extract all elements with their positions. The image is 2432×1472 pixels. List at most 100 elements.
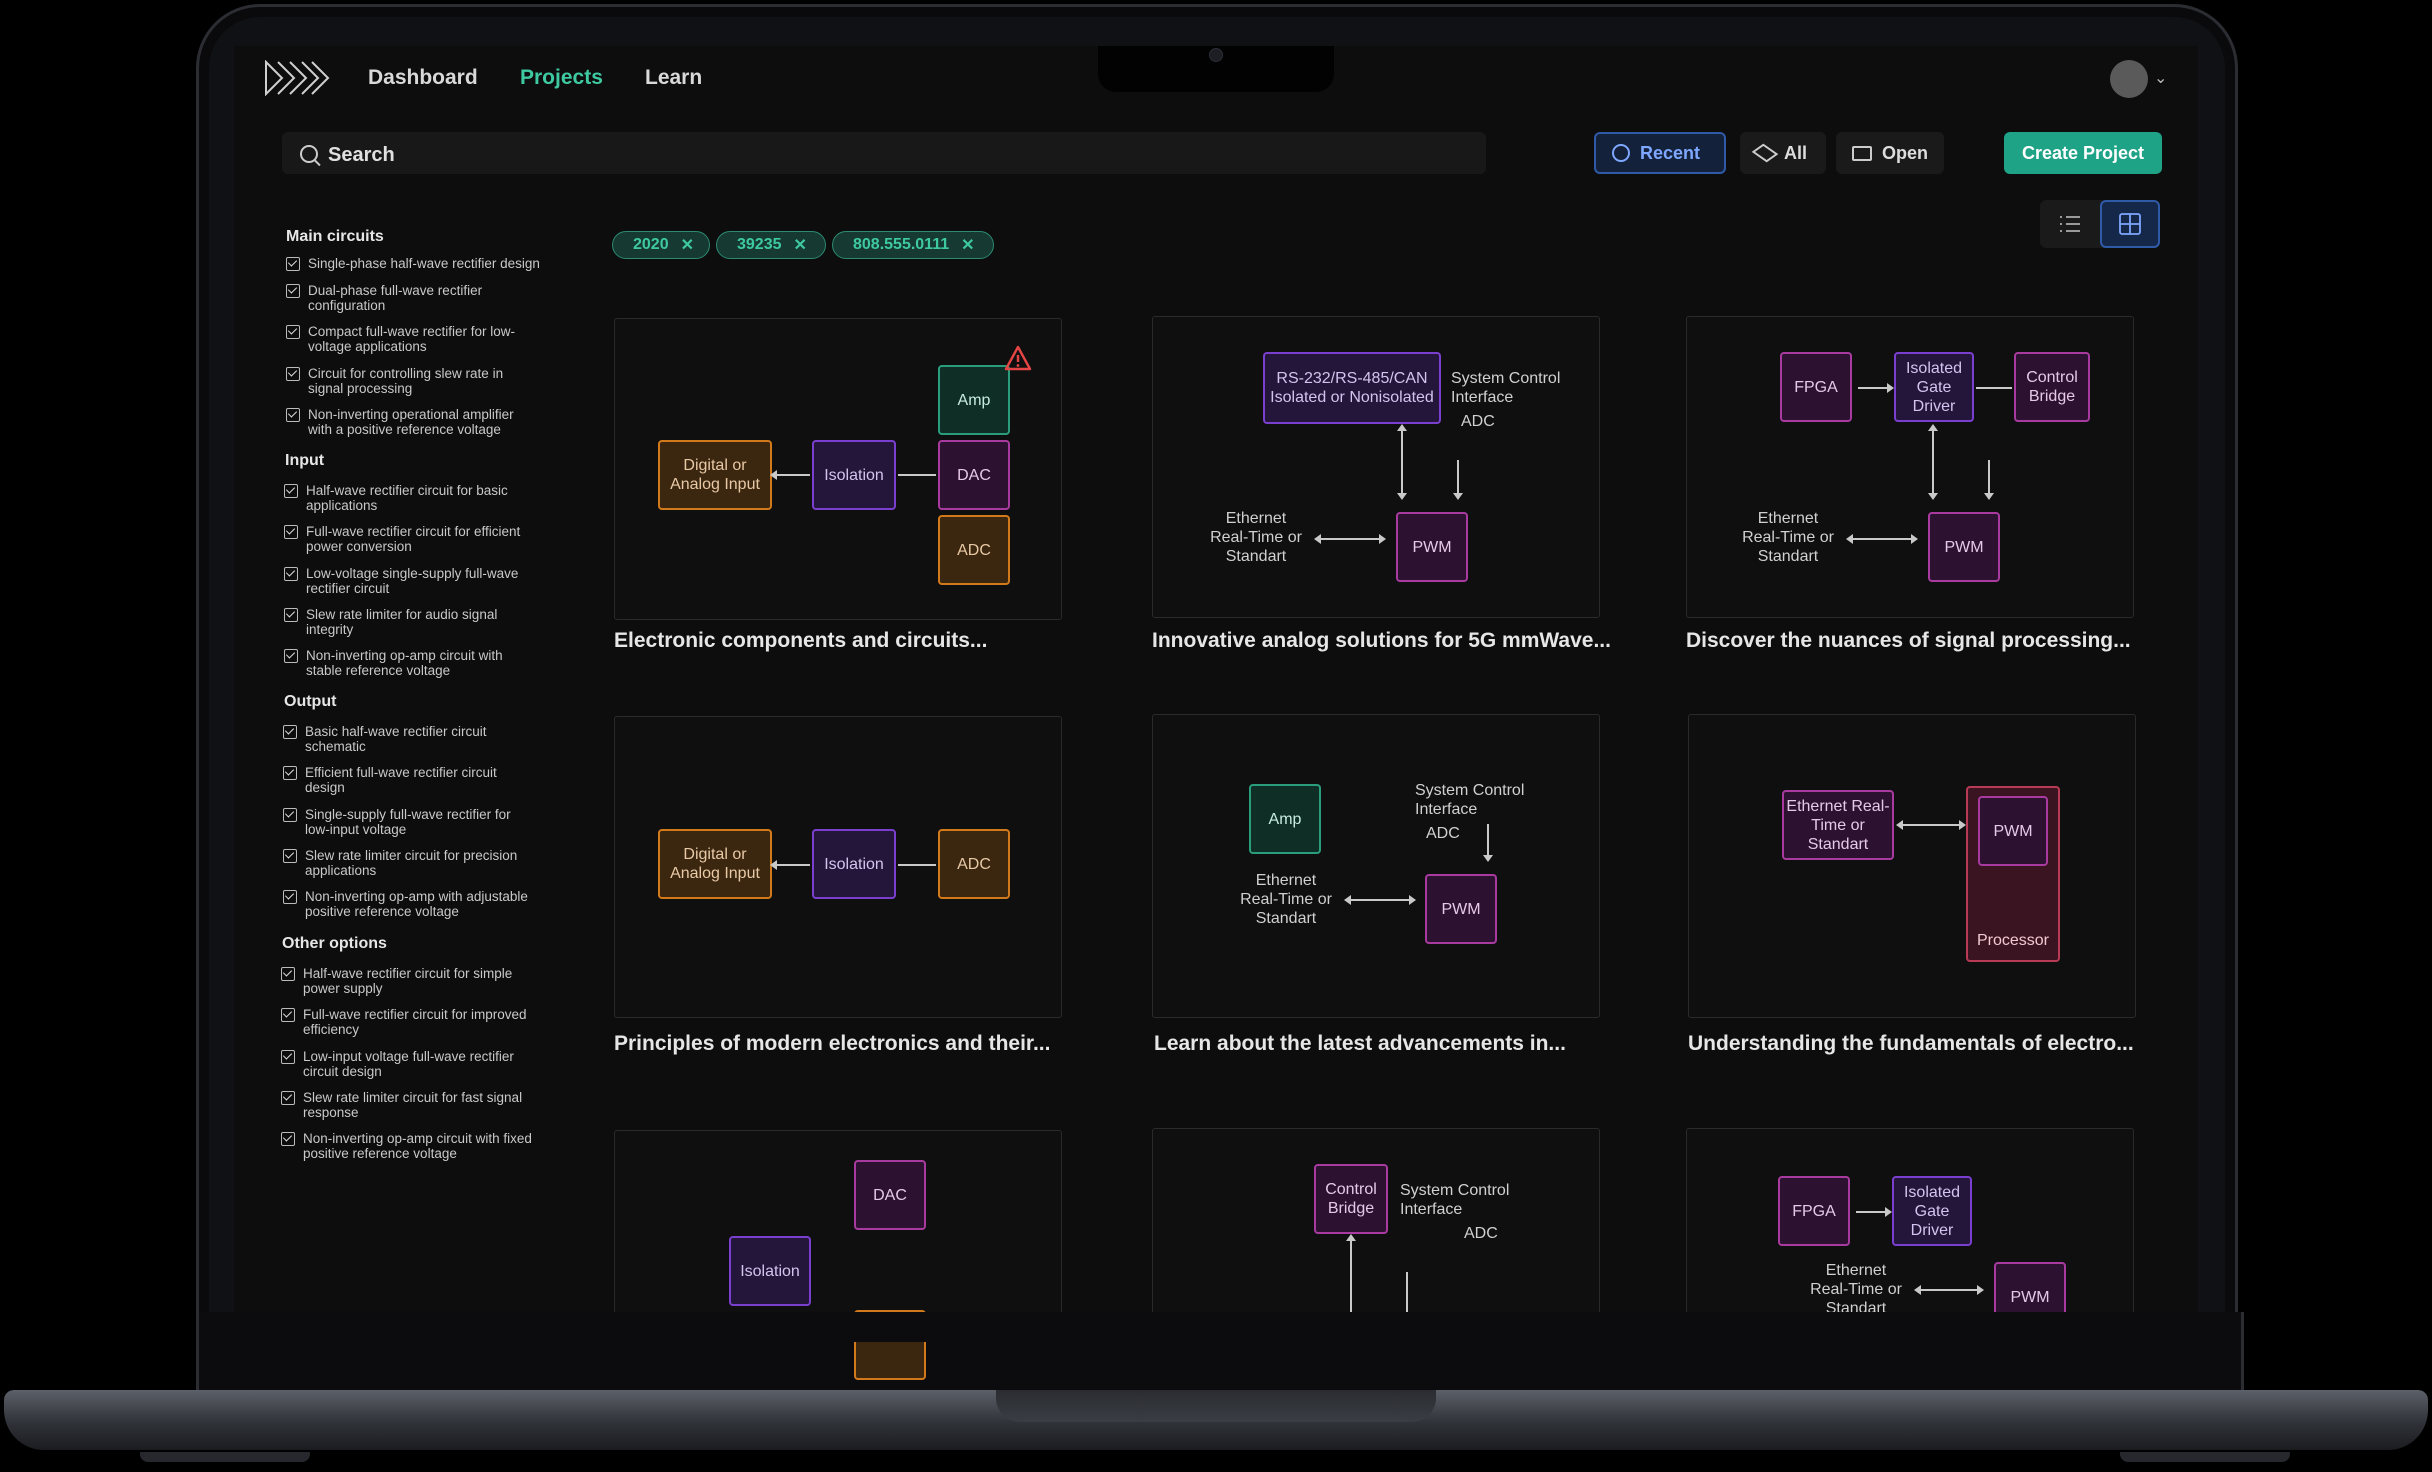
grid-view-button[interactable] [2100, 200, 2160, 248]
close-icon[interactable]: ✕ [961, 235, 974, 255]
filter-option[interactable]: Non-inverting op-amp with adjustable pos… [283, 889, 543, 919]
block-dac: DAC [938, 440, 1010, 510]
connector-arrow [1314, 534, 1386, 544]
filter-option[interactable]: Efficient full-wave rectifier circuit de… [283, 765, 543, 795]
screen-bottom-edge [234, 1312, 2198, 1342]
recent-button[interactable]: Recent [1594, 132, 1726, 174]
card-title[interactable]: Discover the nuances of signal processin… [1686, 629, 2131, 653]
filter-option[interactable]: Circuit for controlling slew rate in sig… [286, 366, 546, 396]
project-card-thumbnail[interactable] [1688, 714, 2136, 1018]
filter-label: Dual-phase full-wave rectifier configura… [308, 283, 483, 313]
logo-icon[interactable] [264, 60, 330, 96]
filter-option[interactable]: Single-supply full-wave rectifier for lo… [283, 807, 543, 837]
block-gate-driver: Isolated Gate Driver [1892, 1176, 1972, 1246]
avatar[interactable] [2110, 60, 2148, 98]
checkbox[interactable] [281, 967, 295, 981]
connector-line [1976, 387, 2012, 389]
filter-chip[interactable]: 808.555.0111 ✕ [832, 231, 994, 259]
block-adc: ADC [938, 829, 1010, 899]
filter-option[interactable]: Single-phase half-wave rectifier design [286, 256, 546, 271]
checkbox[interactable] [286, 257, 300, 271]
checkbox[interactable] [284, 608, 298, 622]
block-ethernet: Ethernet Real-Time or Standart [1782, 790, 1894, 860]
checkbox[interactable] [281, 1008, 295, 1022]
label-adc: ADC [1464, 1225, 1498, 1242]
chip-label: 808.555.0111 [853, 236, 950, 253]
filter-option[interactable]: Slew rate limiter circuit for fast signa… [281, 1090, 541, 1120]
filter-option[interactable]: Full-wave rectifier circuit for improved… [281, 1007, 541, 1037]
filter-chip[interactable]: 2020 ✕ [612, 231, 710, 259]
label-adc: ADC [1426, 825, 1460, 842]
filter-label: Half-wave rectifier circuit for simple p… [303, 966, 513, 996]
checkbox[interactable] [281, 1050, 295, 1064]
create-project-button[interactable]: Create Project [2004, 132, 2162, 174]
checkbox[interactable] [284, 525, 298, 539]
chip-label: 2020 [633, 236, 669, 253]
section-main-circuits: Main circuits [286, 228, 384, 245]
filter-option[interactable]: Basic half-wave rectifier circuit schema… [283, 724, 543, 754]
label-system-control: System Control Interface [1415, 782, 1525, 818]
checkbox[interactable] [281, 1132, 295, 1146]
label-ethernet: Ethernet Real-Time or Standart [1810, 1262, 1902, 1317]
block-amp: Amp [1249, 784, 1321, 854]
block-input: Digital or Analog Input [658, 440, 772, 510]
checkbox[interactable] [283, 849, 297, 863]
filter-chip[interactable]: 39235 ✕ [716, 231, 826, 259]
checkbox[interactable] [284, 649, 298, 663]
filter-option[interactable]: Low-input voltage full-wave rectifier ci… [281, 1049, 541, 1079]
card-title[interactable]: Principles of modern electronics and the… [614, 1032, 1050, 1056]
close-icon[interactable]: ✕ [681, 235, 694, 255]
checkbox[interactable] [281, 1091, 295, 1105]
filter-option[interactable]: Non-inverting op-amp circuit with stable… [284, 648, 544, 678]
block-isolation: Isolation [812, 829, 896, 899]
checkbox[interactable] [286, 284, 300, 298]
filter-option[interactable]: Compact full-wave rectifier for low-volt… [286, 324, 546, 354]
filter-option[interactable]: Half-wave rectifier circuit for basic ap… [284, 483, 544, 513]
all-button[interactable]: All [1740, 132, 1826, 174]
filter-label: Single-phase half-wave rectifier design [308, 256, 540, 271]
nav-projects[interactable]: Projects [520, 66, 603, 90]
connector-arrow [1397, 424, 1407, 500]
connector-line [898, 474, 936, 476]
search-input[interactable] [326, 140, 1430, 170]
list-view-button[interactable] [2040, 200, 2100, 248]
project-card-thumbnail[interactable] [614, 1130, 1062, 1330]
project-card-thumbnail[interactable] [1152, 714, 1600, 1018]
checkbox[interactable] [283, 890, 297, 904]
card-title[interactable]: Electronic components and circuits... [614, 629, 987, 653]
chip-label: 39235 [737, 236, 782, 253]
filter-label: Non-inverting operational amplifier with… [308, 407, 514, 437]
checkbox[interactable] [286, 325, 300, 339]
filter-label: Slew rate limiter circuit for precision … [305, 848, 518, 878]
checkbox[interactable] [283, 766, 297, 780]
filter-option[interactable]: Full-wave rectifier circuit for efficien… [284, 524, 544, 554]
card-title[interactable]: Understanding the fundamentals of electr… [1688, 1032, 2134, 1056]
filter-option[interactable]: Non-inverting operational amplifier with… [286, 407, 546, 437]
checkbox[interactable] [286, 367, 300, 381]
checkbox[interactable] [283, 725, 297, 739]
checkbox[interactable] [284, 484, 298, 498]
checkbox[interactable] [283, 808, 297, 822]
filter-label: Non-inverting op-amp circuit with fixed … [303, 1131, 532, 1161]
filter-label: Single-supply full-wave rectifier for lo… [305, 807, 511, 837]
filter-label: Low-voltage single-supply full-wave rect… [306, 566, 519, 596]
open-button[interactable]: Open [1836, 132, 1944, 174]
card-title[interactable]: Innovative analog solutions for 5G mmWav… [1152, 629, 1611, 653]
checkbox[interactable] [286, 408, 300, 422]
filter-option[interactable]: Half-wave rectifier circuit for simple p… [281, 966, 541, 996]
close-icon[interactable]: ✕ [794, 235, 807, 255]
filter-option[interactable]: Non-inverting op-amp circuit with fixed … [281, 1131, 541, 1161]
nav-dashboard[interactable]: Dashboard [368, 66, 478, 90]
filter-option[interactable]: Slew rate limiter circuit for precision … [283, 848, 543, 878]
chevron-down-icon[interactable]: ⌄ [2154, 68, 2167, 88]
nav-learn[interactable]: Learn [645, 66, 702, 90]
label-adc: ADC [1461, 413, 1495, 430]
card-title[interactable]: Learn about the latest advancements in..… [1154, 1032, 1566, 1056]
block-control-bridge: Control Bridge [2014, 352, 2090, 422]
filter-option[interactable]: Dual-phase full-wave rectifier configura… [286, 283, 546, 313]
section-other-options: Other options [282, 935, 387, 952]
list-icon [2060, 216, 2080, 232]
checkbox[interactable] [284, 567, 298, 581]
filter-option[interactable]: Slew rate limiter for audio signal integ… [284, 607, 544, 637]
filter-option[interactable]: Low-voltage single-supply full-wave rect… [284, 566, 544, 596]
